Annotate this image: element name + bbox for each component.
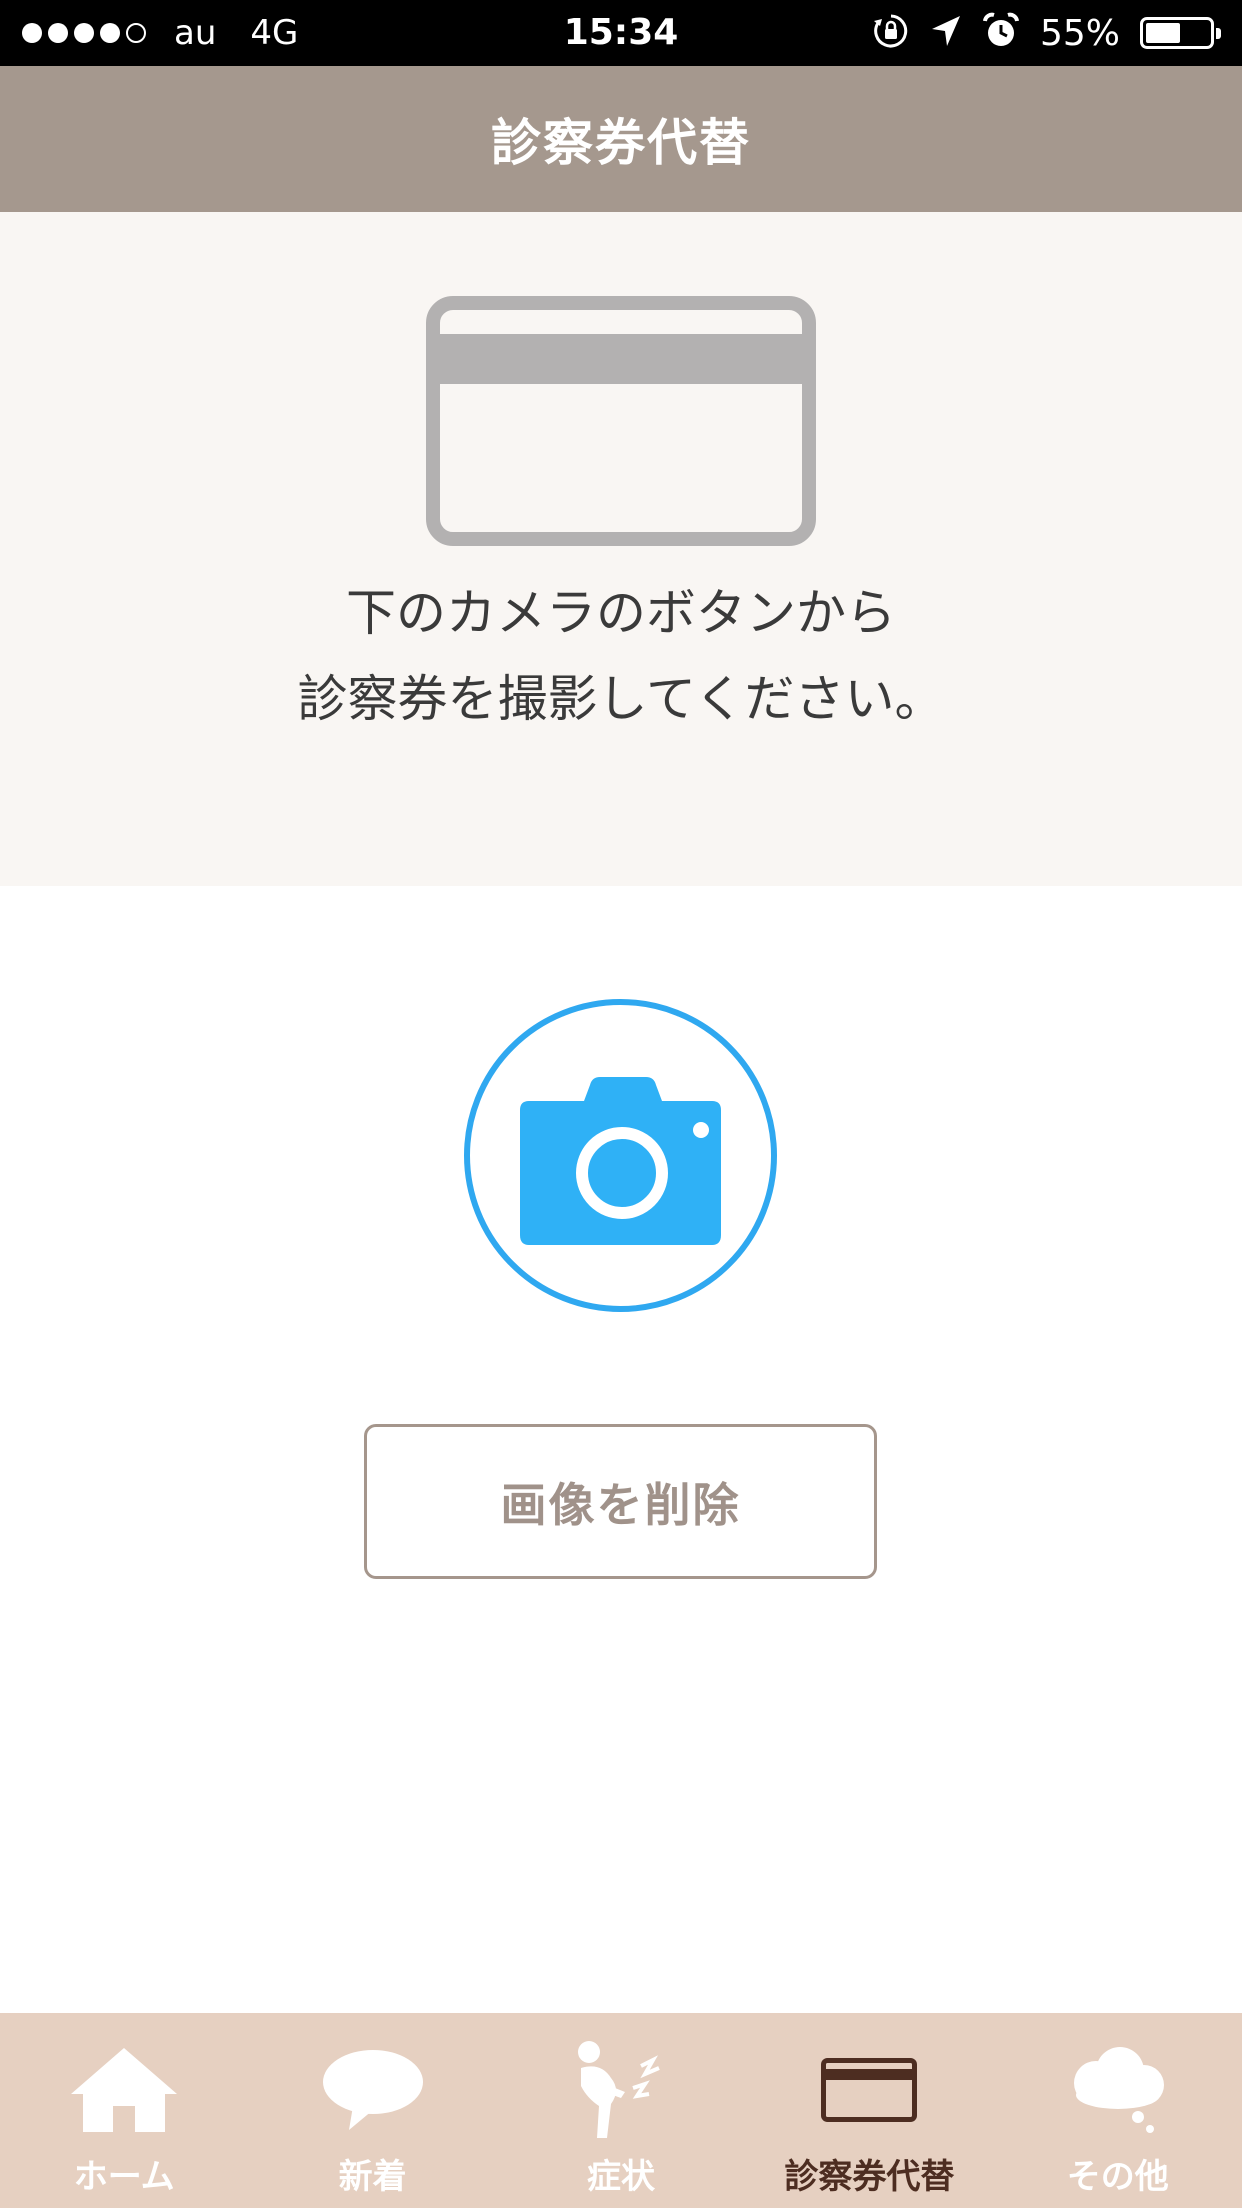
instruction-line-1: 下のカメラのボタンから xyxy=(346,584,896,642)
home-icon xyxy=(0,2035,248,2145)
tab-card-substitute[interactable]: 診察券代替 xyxy=(745,2013,993,2208)
delete-image-button[interactable]: 画像を削除 xyxy=(364,1424,877,1579)
symptom-person-icon xyxy=(497,2035,745,2145)
tab-label: ホーム xyxy=(73,2157,175,2197)
camera-icon xyxy=(520,1077,721,1245)
tab-home[interactable]: ホーム xyxy=(0,2013,248,2208)
instruction-panel: 下のカメラのボタンから 診察券を撮影してください。 xyxy=(0,212,1242,886)
cloud-icon xyxy=(994,2035,1242,2145)
card-icon xyxy=(426,296,816,550)
page-title: 診察券代替 xyxy=(491,114,751,172)
tab-label: 新着 xyxy=(338,2157,407,2197)
alarm-icon xyxy=(982,12,1020,54)
navigation-bar: 診察券代替 xyxy=(0,66,1242,212)
card-icon xyxy=(745,2035,993,2145)
tab-label: その他 xyxy=(1066,2157,1169,2197)
tab-news[interactable]: 新着 xyxy=(248,2013,496,2208)
status-bar: au 4G 15:34 55% xyxy=(0,0,1242,66)
speech-bubble-icon xyxy=(248,2035,496,2145)
instruction-text: 下のカメラのボタンから 診察券を撮影してください。 xyxy=(0,570,1242,742)
status-bar-right: 55% xyxy=(872,0,1222,66)
tab-other[interactable]: その他 xyxy=(994,2013,1242,2208)
location-arrow-icon xyxy=(930,14,962,52)
battery-percent: 55% xyxy=(1039,12,1120,54)
orientation-lock-icon xyxy=(872,12,910,54)
tab-symptoms[interactable]: 症状 xyxy=(497,2013,745,2208)
tab-label: 診察券代替 xyxy=(784,2157,955,2197)
instruction-line-2: 診察券を撮影してください。 xyxy=(297,670,945,728)
tab-label: 症状 xyxy=(586,2157,655,2197)
battery-icon xyxy=(1140,17,1221,49)
camera-button[interactable] xyxy=(464,999,777,1312)
tab-bar: ホーム 新着 症状 診察券代替 その他 xyxy=(0,2013,1242,2208)
